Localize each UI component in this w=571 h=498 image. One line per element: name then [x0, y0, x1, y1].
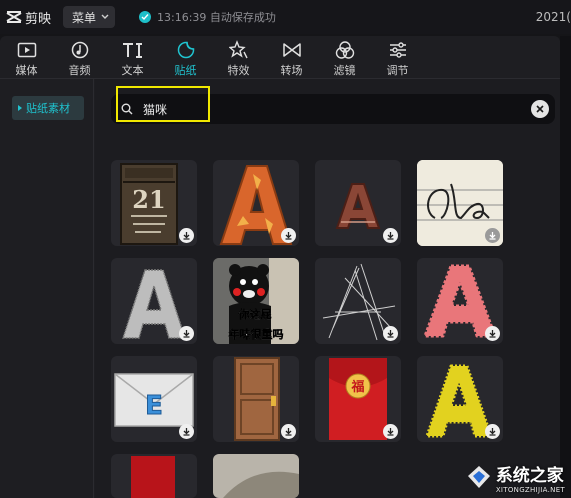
- tab-text[interactable]: 文本: [106, 36, 159, 78]
- sticker-envelope-e[interactable]: E: [111, 356, 197, 442]
- close-icon: [536, 105, 544, 113]
- sticker-letter-a-yellow[interactable]: [417, 356, 503, 442]
- download-icon[interactable]: [485, 326, 500, 341]
- watermark-subtitle: XITONGZHIJIA.NET: [495, 485, 565, 494]
- watermark-title: 系统之家: [495, 465, 564, 486]
- sticker-wooden-door[interactable]: [213, 356, 299, 442]
- sticker-cursive-a[interactable]: [417, 160, 503, 246]
- tab-label: 文本: [121, 64, 144, 77]
- sticker-letter-a-orange[interactable]: [213, 160, 299, 246]
- watermark-logo-icon: [467, 466, 490, 488]
- sticker-red-partial[interactable]: [111, 454, 197, 498]
- clear-search-button[interactable]: [531, 100, 549, 118]
- sidebar: 贴纸素材: [0, 79, 94, 498]
- audio-icon: [71, 41, 88, 59]
- tab-label: 滤镜: [333, 64, 356, 77]
- right-edge: [560, 36, 571, 498]
- sticker-icon: [177, 41, 194, 59]
- download-icon[interactable]: [179, 424, 194, 439]
- tab-label: 贴纸: [174, 64, 197, 77]
- app-name: 剪映: [25, 11, 52, 27]
- title-bar: 剪映 菜单 13:16:39 自动保存成功 2021(: [0, 0, 571, 34]
- sticker-letter-a-sketch[interactable]: [315, 258, 401, 344]
- tab-effects[interactable]: 特效: [212, 36, 265, 78]
- tab-filter[interactable]: 滤镜: [318, 36, 371, 78]
- sticker-letter-a-pink[interactable]: [417, 258, 503, 344]
- sidebar-item-sticker-material[interactable]: 贴纸素材: [12, 96, 84, 120]
- sticker-caption: 你这屁: [238, 307, 272, 321]
- filter-icon: [335, 41, 354, 59]
- save-status: 13:16:39 自动保存成功: [139, 9, 276, 25]
- tab-label: 调节: [386, 64, 409, 77]
- search-icon: [121, 103, 133, 115]
- download-icon[interactable]: [485, 424, 500, 439]
- capcut-logo-icon: [6, 11, 22, 23]
- tab-transition[interactable]: 转场: [265, 36, 318, 78]
- calendar-number: 21: [132, 185, 165, 214]
- effects-icon: [228, 40, 248, 59]
- date-text: 2021(: [535, 10, 571, 24]
- check-circle-icon: [139, 11, 152, 23]
- sticker-photo-partial[interactable]: [213, 454, 299, 498]
- tab-label: 特效: [227, 64, 250, 77]
- sticker-letter-a-glitter[interactable]: [111, 258, 197, 344]
- adjust-icon: [389, 42, 406, 58]
- category-tabs: 媒体 音频 文本 贴纸 特效 转场 滤镜 调节: [0, 36, 560, 78]
- transition-icon: [282, 43, 301, 57]
- chevron-down-icon: [101, 14, 109, 19]
- tab-label: 转场: [280, 64, 303, 77]
- app-logo: 剪映: [6, 8, 51, 27]
- download-icon[interactable]: [383, 424, 398, 439]
- tab-media[interactable]: 媒体: [0, 36, 53, 78]
- sticker-content: 猫咪 21 你这屁 年味很重吗 E 福: [95, 79, 560, 498]
- save-status-text: 13:16:39 自动保存成功: [157, 11, 276, 24]
- download-icon[interactable]: [281, 228, 296, 243]
- tab-label: 音频: [68, 64, 91, 77]
- tab-adjust[interactable]: 调节: [371, 36, 424, 78]
- svg-text:E: E: [145, 391, 163, 421]
- sticker-calendar[interactable]: 21: [111, 160, 197, 246]
- search-input[interactable]: 猫咪: [143, 101, 167, 118]
- menu-button[interactable]: 菜单: [63, 6, 116, 28]
- sidebar-item-label: 贴纸素材: [26, 102, 70, 115]
- caret-right-icon: [18, 105, 22, 111]
- sticker-letter-a-chocolate[interactable]: [315, 160, 401, 246]
- material-panel: 媒体 音频 文本 贴纸 特效 转场 滤镜 调节 贴纸素材 猫咪 21 你这屁 年…: [0, 36, 560, 498]
- watermark: 系统之家 XITONGZHIJIA.NET: [446, 456, 571, 498]
- download-icon[interactable]: [485, 228, 500, 243]
- blessing-character: 福: [350, 379, 364, 395]
- tab-audio[interactable]: 音频: [53, 36, 106, 78]
- download-icon[interactable]: [281, 424, 296, 439]
- download-icon[interactable]: [179, 228, 194, 243]
- download-icon[interactable]: [383, 326, 398, 341]
- sticker-kumamon-meme[interactable]: 你这屁 年味很重吗: [213, 258, 299, 344]
- download-icon[interactable]: [383, 228, 398, 243]
- media-icon: [17, 42, 36, 58]
- text-icon: [122, 43, 142, 58]
- tab-label: 媒体: [15, 64, 38, 77]
- menu-label: 菜单: [72, 10, 97, 25]
- search-bar[interactable]: 猫咪: [111, 94, 555, 124]
- download-icon[interactable]: [179, 326, 194, 341]
- sticker-red-envelope[interactable]: 福: [315, 356, 401, 442]
- tab-sticker[interactable]: 贴纸: [159, 36, 212, 78]
- sticker-caption: 年味很重吗: [229, 327, 284, 341]
